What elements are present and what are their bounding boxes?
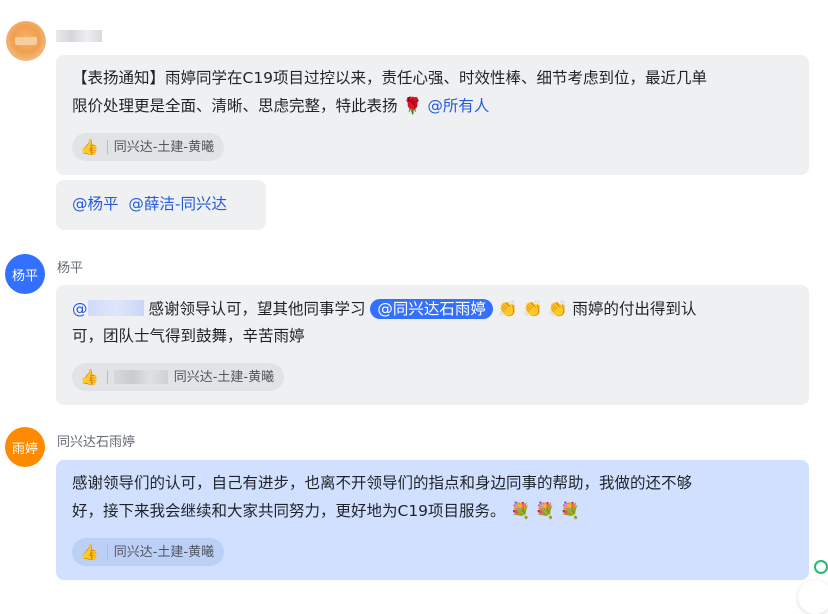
reaction-divider [106,140,108,154]
message-text-span: 好，接下来我会继续和大家共同努力，更好地为C19项目服务。 [72,502,506,520]
reaction-user[interactable]: 同兴达-土建-黄曦 [114,539,214,566]
message-bubble[interactable]: 【表扬通知】雨婷同学在C19项目过控以来，责任心强、时效性棒、细节考虑到位，最近… [56,55,809,175]
sender-avatar[interactable]: 雨婷 [5,427,45,467]
message-bubble[interactable]: 感谢领导们的认可，自己有进步，也离不开领导们的指点和身边同事的帮助，我做的还不够… [56,460,809,580]
scroll-button[interactable] [798,580,828,614]
mention-all-link[interactable]: @所有人 [427,97,489,115]
message-text-span: 感谢领导认可，望其他同事学习 [148,300,366,318]
mention-link[interactable]: @杨平 [72,195,119,213]
message-line: 感谢领导们的认可，自己有进步，也离不开领导们的指点和身边同事的帮助，我做的还不够 [72,474,693,492]
message-text-span: 限价处理更是全面、清晰、思虑完整，特此表扬 [72,97,398,115]
thumbs-up-icon: 👍 [80,367,99,386]
clapping-hands-emoji: 👏 [497,299,518,318]
message-line: 好，接下来我会继续和大家共同努力，更好地为C19项目服务。 💐 💐 💐 [72,497,793,525]
bouquet-emoji: 💐 [535,501,556,520]
message-line: 【表扬通知】雨婷同学在C19项目过控以来，责任心强、时效性棒、细节考虑到位，最近… [72,69,708,87]
mention-name-redacted [87,300,144,316]
avatar-initials: 雨婷 [11,441,38,457]
message-text-span: 雨婷的付出得到认 [572,300,697,318]
reaction-user[interactable]: 同兴达-土建-黄曦 [174,364,274,391]
mention-at: @ [72,300,88,318]
mention-link[interactable]: @薛洁-同兴达 [128,195,227,213]
reaction-divider [106,370,108,384]
message-line: @ 感谢领导认可，望其他同事学习 @同兴达石雨婷 👏 👏 👏 雨婷的付出得到认 [72,295,793,323]
bouquet-emoji: 💐 [560,501,581,520]
sender-avatar[interactable] [6,21,46,61]
mention-pill[interactable]: @同兴达石雨婷 [370,299,493,319]
sender-name-redacted [56,30,102,42]
reaction-chip[interactable]: 👍 同兴达-土建-黄曦 [72,363,285,391]
message-line: 可，团队士气得到鼓舞，辛苦雨婷 [72,327,305,345]
mention-link[interactable]: @ [72,300,144,318]
reaction-divider [106,545,108,559]
reaction-chip[interactable]: 👍 同兴达-土建-黄曦 [72,133,225,161]
reaction-user[interactable]: 同兴达-土建-黄曦 [114,134,214,161]
thumbs-up-icon: 👍 [80,542,99,561]
thumbs-up-icon: 👍 [80,137,99,156]
reaction-user-redacted [113,370,168,384]
message-bubble[interactable]: @杨平 @薛洁-同兴达 [56,180,266,230]
message-text: 【表扬通知】雨婷同学在C19项目过控以来，责任心强、时效性棒、细节考虑到位，最近… [72,65,793,120]
message-line: 限价处理更是全面、清晰、思虑完整，特此表扬 🌹 @所有人 [72,92,793,120]
sender-avatar[interactable]: 杨平 [5,254,45,294]
rose-emoji: 🌹 [402,96,423,115]
sender-name[interactable]: 同兴达石雨婷 [57,431,135,450]
bouquet-emoji: 💐 [510,501,531,520]
read-status-icon[interactable] [814,560,828,574]
clapping-hands-emoji: 👏 [547,299,568,318]
avatar-initials: 杨平 [11,268,38,284]
reaction-chip[interactable]: 👍 同兴达-土建-黄曦 [72,538,225,566]
sender-name[interactable]: 杨平 [57,257,83,276]
avatar-blur [15,37,37,45]
clapping-hands-emoji: 👏 [522,299,543,318]
message-bubble[interactable]: @ 感谢领导认可，望其他同事学习 @同兴达石雨婷 👏 👏 👏 雨婷的付出得到认 … [56,285,809,405]
